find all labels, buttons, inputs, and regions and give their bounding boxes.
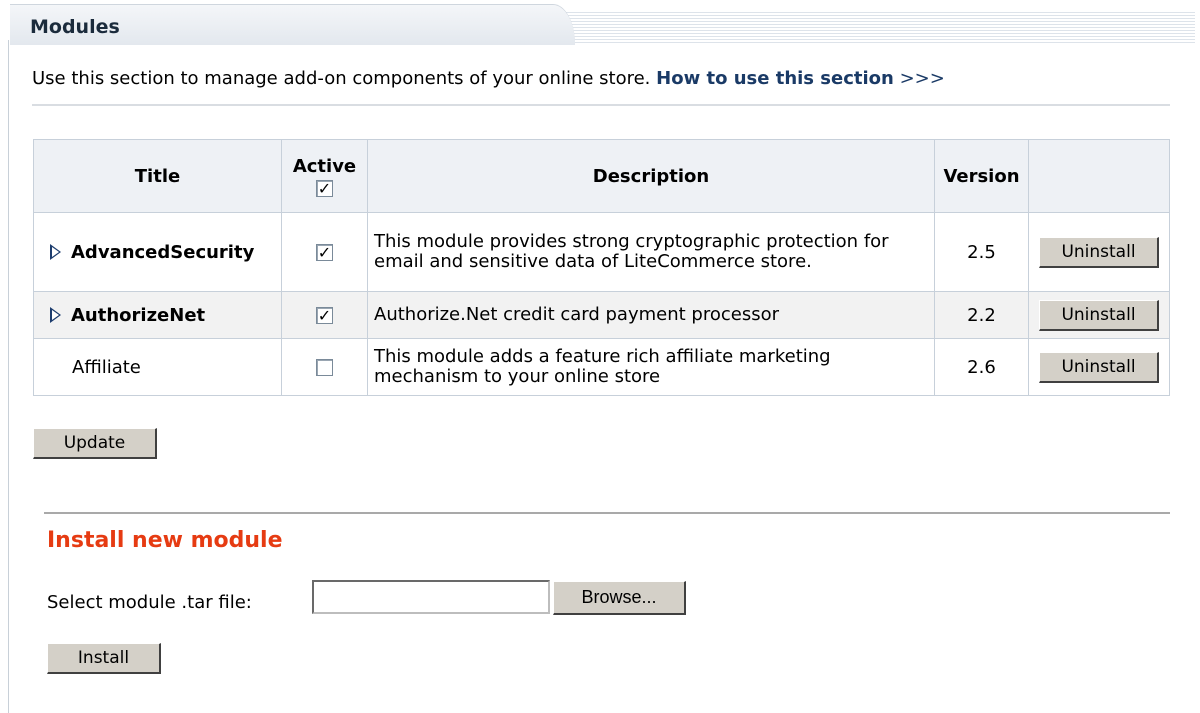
checkmark-icon: ✓ [317, 243, 332, 262]
table-row: AuthorizeNet ✓ Authorize.Net credit card… [33, 291, 1170, 339]
help-link-arrows[interactable]: >>> [900, 68, 945, 89]
action-cell: Uninstall [1028, 212, 1170, 292]
select-all-checkbox[interactable]: ✓ [316, 178, 333, 198]
page-title: Modules [30, 16, 120, 38]
file-label: Select module .tar file: [47, 592, 252, 613]
column-header-title: Title [33, 139, 282, 213]
table-row: Affiliate This module adds a feature ric… [33, 338, 1170, 396]
module-title: Affiliate [33, 338, 282, 396]
module-description: This module provides strong cryptographi… [367, 212, 935, 292]
divider [44, 512, 1170, 514]
module-title[interactable]: AuthorizeNet [71, 305, 205, 326]
active-cell [281, 338, 368, 396]
header-decoration [550, 12, 1195, 44]
column-header-description: Description [367, 139, 935, 213]
modules-table: Title Active ✓ Description Version Advan… [33, 139, 1170, 396]
section-header: Modules [10, 4, 1195, 45]
uninstall-button[interactable]: Uninstall [1039, 236, 1159, 268]
module-title[interactable]: AdvancedSecurity [71, 242, 254, 263]
update-button[interactable]: Update [33, 428, 157, 459]
left-border-line [8, 40, 9, 713]
checkmark-icon: ✓ [317, 306, 332, 325]
module-title-cell[interactable]: AuthorizeNet [33, 291, 282, 339]
uninstall-button[interactable]: Uninstall [1039, 351, 1159, 383]
action-cell: Uninstall [1028, 338, 1170, 396]
active-checkbox[interactable]: ✓ [316, 307, 333, 324]
active-checkbox[interactable]: ✓ [316, 244, 333, 261]
table-header-row: Title Active ✓ Description Version [33, 139, 1170, 213]
active-cell: ✓ [281, 212, 368, 292]
action-cell: Uninstall [1028, 291, 1170, 339]
module-title-cell[interactable]: AdvancedSecurity [33, 212, 282, 292]
table-row: AdvancedSecurity ✓ This module provides … [33, 212, 1170, 292]
active-checkbox[interactable] [316, 359, 333, 376]
active-cell: ✓ [281, 291, 368, 339]
install-heading: Install new module [47, 528, 283, 553]
module-description: This module adds a feature rich affiliat… [367, 338, 935, 396]
triangle-right-icon[interactable] [50, 243, 61, 260]
divider [32, 104, 1170, 106]
uninstall-button[interactable]: Uninstall [1039, 299, 1159, 331]
intro-text: Use this section to manage add-on compon… [32, 68, 945, 89]
help-link[interactable]: How to use this section [656, 68, 894, 89]
intro-description: Use this section to manage add-on compon… [32, 68, 651, 89]
module-description: Authorize.Net credit card payment proces… [367, 291, 935, 339]
module-version: 2.2 [934, 291, 1029, 339]
module-version: 2.5 [934, 212, 1029, 292]
column-header-action [1028, 139, 1170, 213]
column-header-active: Active ✓ [281, 139, 368, 213]
column-header-active-label: Active [292, 156, 357, 177]
module-version: 2.6 [934, 338, 1029, 396]
column-header-version: Version [934, 139, 1029, 213]
install-button[interactable]: Install [47, 643, 161, 674]
browse-button[interactable]: Browse... [553, 581, 686, 615]
file-path-input[interactable] [312, 580, 550, 614]
checkmark-icon: ✓ [317, 178, 332, 198]
triangle-right-icon[interactable] [50, 306, 61, 323]
